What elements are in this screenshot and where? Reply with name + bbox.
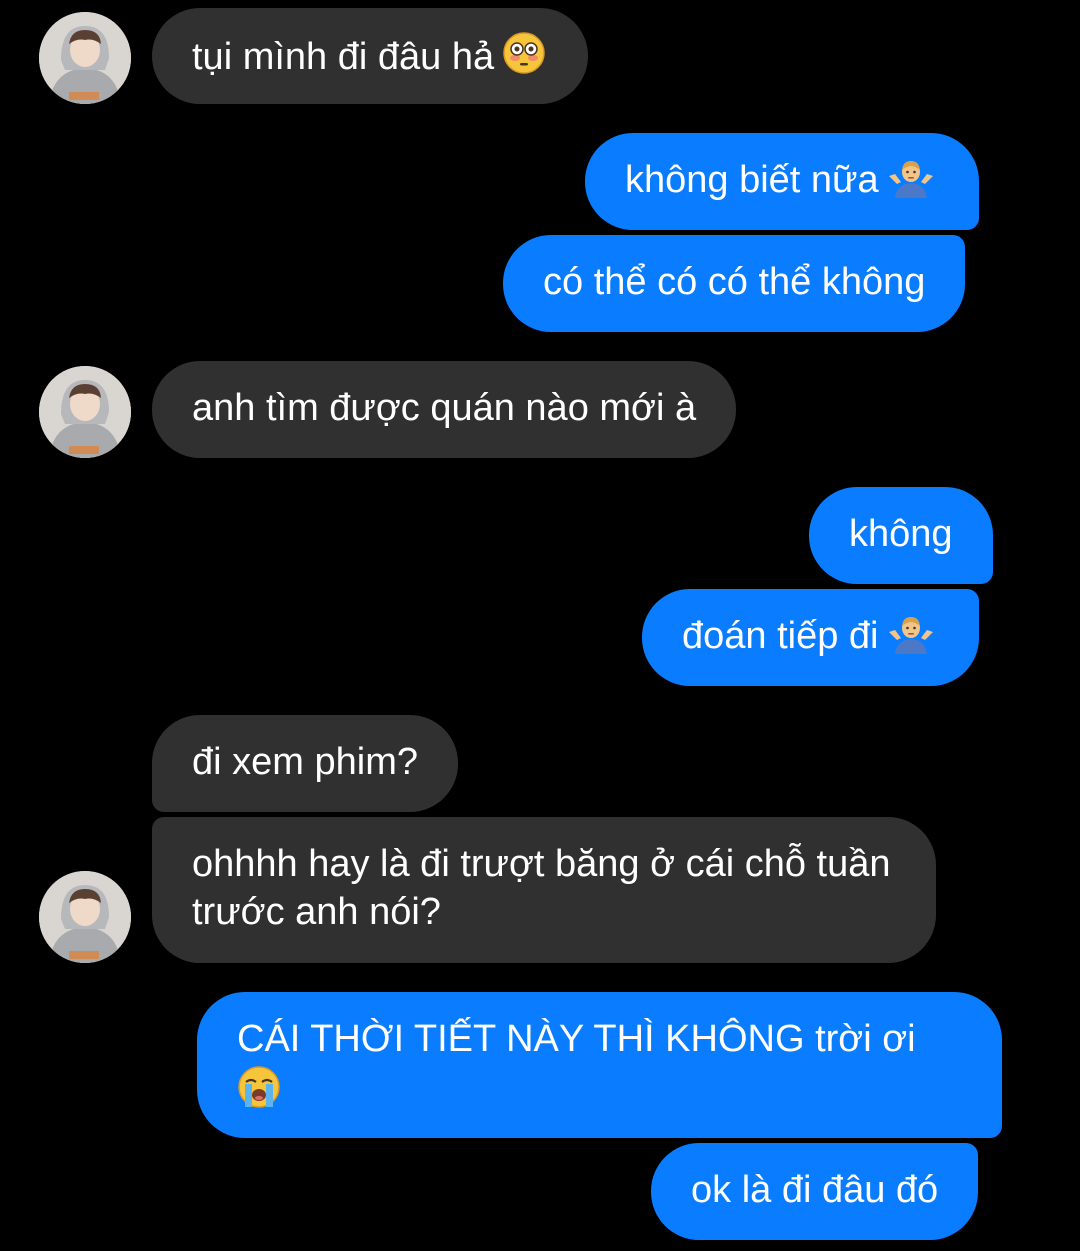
- message-bubble-outgoing[interactable]: CÁI THỜI TIẾT NÀY THÌ KHÔNG trời ơi: [197, 992, 1002, 1138]
- message-bubble-outgoing[interactable]: không: [809, 487, 993, 584]
- contact-avatar[interactable]: [39, 871, 131, 963]
- message-bubble-incoming[interactable]: tụi mình đi đâu hả: [152, 8, 589, 104]
- message-text: CÁI THỜI TIẾT NÀY THÌ KHÔNG trời ơi: [237, 1018, 916, 1060]
- message-text: không biết nữa: [625, 159, 879, 201]
- man-shrugging-icon: [887, 614, 935, 654]
- message-text: anh tìm được quán nào mới à: [192, 387, 697, 429]
- message-text: có thể có có thể không: [543, 261, 926, 303]
- message-bubble-outgoing[interactable]: có thể có có thể không: [503, 235, 966, 332]
- contact-avatar[interactable]: [39, 12, 131, 104]
- message-text: đoán tiếp đi: [682, 615, 879, 657]
- flushed-face-icon: [502, 31, 546, 75]
- message-bubble-outgoing[interactable]: đoán tiếp đi: [642, 589, 979, 686]
- message-text: không: [849, 513, 953, 555]
- message-bubble-outgoing[interactable]: không biết nữa: [585, 133, 979, 230]
- message-text: tụi mình đi đâu hả: [192, 36, 495, 78]
- message-bubble-incoming[interactable]: ohhhh hay là đi trượt băng ở cái chỗ tuầ…: [152, 817, 936, 963]
- loudly-crying-face-icon: [237, 1065, 962, 1109]
- man-shrugging-icon: [887, 158, 935, 198]
- contact-avatar[interactable]: [39, 366, 131, 458]
- message-text: đi xem phim?: [192, 741, 418, 783]
- message-text: ohhhh hay là đi trượt băng ở cái chỗ tuầ…: [192, 843, 891, 933]
- message-text: ok là đi đâu đó: [691, 1169, 939, 1211]
- message-bubble-outgoing[interactable]: ok là đi đâu đó: [651, 1143, 979, 1240]
- message-bubble-incoming[interactable]: anh tìm được quán nào mới à: [152, 361, 737, 458]
- message-bubble-incoming[interactable]: đi xem phim?: [152, 715, 458, 812]
